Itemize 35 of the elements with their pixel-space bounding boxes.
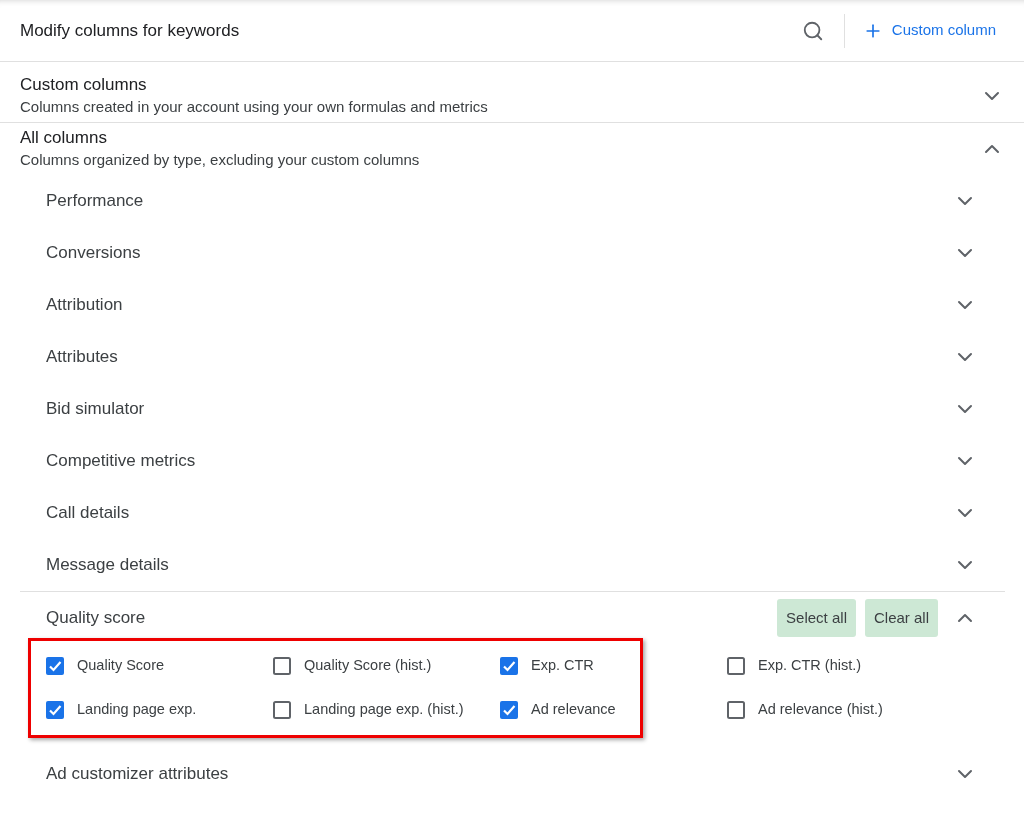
checkbox[interactable]	[273, 701, 291, 719]
checkbox-label: Quality Score (hist.)	[304, 656, 432, 676]
checkbox-label: Landing page exp.	[77, 700, 197, 720]
section-subtitle: Columns organized by type, excluding your custom columns	[20, 150, 421, 170]
checkbox-label: Landing page exp. (hist.)	[304, 700, 464, 720]
action-button[interactable]: Clear all	[864, 599, 938, 637]
section-title: Custom columns	[20, 74, 148, 96]
checkbox-label: Ad relevance (hist.)	[758, 700, 883, 720]
category-title: Message details	[46, 554, 170, 577]
checkbox-label: Ad relevance	[531, 700, 616, 720]
category-title: Ad customizer attributes	[46, 763, 230, 786]
checkbox-label: Quality Score	[77, 656, 165, 676]
search-icon[interactable]	[801, 19, 824, 42]
checkbox-label: Exp. CTR (hist.)	[758, 656, 862, 676]
section-subtitle: Columns created in your account using your own formulas and metrics	[20, 97, 489, 117]
custom-column-button[interactable]: Custom column	[862, 19, 996, 42]
checkbox[interactable]	[500, 657, 518, 675]
category-title: Attribution	[46, 294, 124, 317]
category-title: Attributes	[46, 346, 119, 369]
category-title: Bid simulator	[46, 398, 146, 421]
category-title: Conversions	[46, 242, 142, 265]
category-title: Performance	[46, 190, 145, 213]
checkbox[interactable]	[727, 701, 745, 719]
checkbox[interactable]	[46, 701, 64, 719]
checkbox[interactable]	[46, 657, 64, 675]
checkbox[interactable]	[500, 701, 518, 719]
section-title: All columns	[20, 127, 108, 149]
category-title: Competitive metrics	[46, 450, 197, 473]
category-title: Quality score	[46, 607, 147, 630]
checkbox[interactable]	[727, 657, 745, 675]
action-button[interactable]: Select all	[777, 599, 856, 637]
checkbox[interactable]	[273, 657, 291, 675]
checkbox-label: Exp. CTR	[531, 656, 594, 676]
dialog-title: Modify columns for keywords	[20, 19, 241, 42]
category-title: Call details	[46, 502, 131, 525]
